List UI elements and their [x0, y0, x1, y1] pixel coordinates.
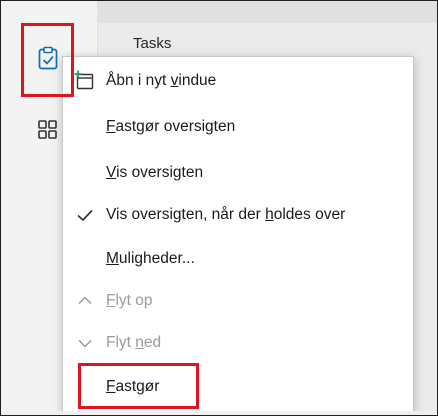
menu-item-move-down[interactable]: Flyt ned	[63, 323, 413, 363]
menu-item-label: Fastgør	[106, 378, 160, 395]
bottom-bar	[1, 411, 437, 415]
menu-item-pin-overview[interactable]: Fastgør oversigten	[63, 107, 413, 147]
menu-item-label: Flyt ned	[106, 334, 162, 351]
tasks-label: Tasks	[133, 35, 172, 52]
menu-item-label: Fastgør oversigten	[106, 118, 236, 135]
chevron-up-icon	[73, 289, 97, 313]
menu-item-move-up[interactable]: Flyt op	[63, 281, 413, 321]
context-menu: Åbn i nyt vindue Fastgør oversigten Vis …	[62, 56, 414, 415]
menu-item-pin[interactable]: Fastgør	[63, 367, 413, 407]
open-new-window-icon	[73, 69, 97, 93]
top-strip	[98, 1, 437, 23]
clipboard-check-icon[interactable]	[35, 45, 61, 71]
menu-item-show-overview[interactable]: Vis oversigten	[63, 153, 413, 193]
grid-apps-icon[interactable]	[35, 117, 61, 143]
menu-item-options[interactable]: Muligheder...	[63, 239, 413, 279]
checkmark-icon	[73, 203, 97, 227]
menu-item-label: Vis oversigten, når der holdes over	[106, 206, 346, 223]
menu-item-label: Vis oversigten	[106, 164, 204, 181]
menu-item-label: Åbn i nyt vindue	[106, 72, 217, 89]
menu-item-label: Flyt op	[106, 292, 153, 309]
chevron-down-icon	[73, 331, 97, 355]
menu-item-label: Muligheder...	[106, 250, 195, 267]
menu-item-show-on-hover[interactable]: Vis oversigten, når der holdes over	[63, 195, 413, 235]
app-window: Tasks Åbn i nyt vindue Fastgør oversigte…	[0, 0, 438, 416]
menu-item-open-new-window[interactable]: Åbn i nyt vindue	[63, 61, 413, 101]
